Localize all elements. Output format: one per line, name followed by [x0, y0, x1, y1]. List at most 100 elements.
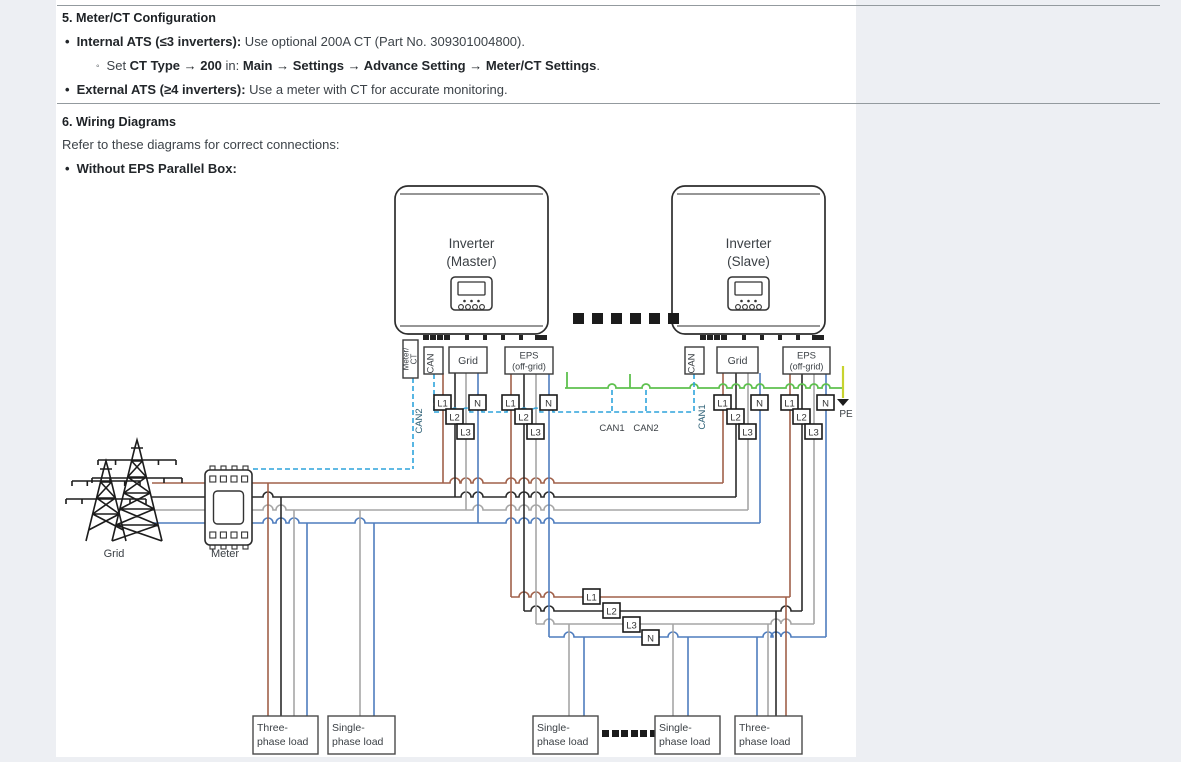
dot: [573, 313, 584, 324]
port-label: EPS: [519, 351, 538, 362]
bullet-without-eps: •Without EPS Parallel Box:: [65, 162, 237, 176]
load-label: Three-: [257, 722, 288, 734]
inverter-name: Inverter: [449, 236, 495, 251]
wire-label-text: L2: [730, 413, 741, 424]
dot: [611, 313, 622, 324]
port-label: CAN: [687, 353, 698, 373]
power-bus: [252, 518, 760, 523]
display-button: [757, 305, 762, 310]
connector-mark: [519, 335, 523, 340]
grid-label: Grid: [104, 548, 125, 560]
wire-label: L2: [446, 409, 463, 424]
port-label: EPS: [797, 351, 816, 362]
wire-label: L1: [583, 589, 600, 604]
continuation-dots: [602, 730, 657, 737]
wire-label-text: N: [545, 399, 552, 410]
power-bus: [536, 619, 814, 624]
meter-box: [205, 466, 252, 549]
meter-body: [205, 470, 252, 545]
document-page: { "page": { "bg": "#edeff3", "card_bg": …: [0, 0, 1181, 757]
display-dot: [740, 300, 743, 303]
display-dot: [747, 300, 750, 303]
power-bus: [252, 492, 736, 497]
section-5-heading: 5. Meter/CT Configuration: [62, 11, 216, 25]
connector-mark: [812, 335, 824, 340]
bullet-marker: •: [65, 162, 70, 176]
wire-label: L3: [739, 424, 756, 439]
wire-label-text: L2: [796, 413, 807, 424]
display-button: [736, 305, 741, 310]
wire-label: L2: [603, 603, 620, 618]
wire-label: N: [540, 395, 557, 410]
port-box: Grid: [717, 347, 758, 373]
wire-label-text: L1: [586, 593, 597, 604]
connector-mark: [796, 335, 800, 340]
wire-label: L2: [727, 409, 744, 424]
wire-label: L3: [457, 424, 474, 439]
dot: [631, 730, 638, 737]
pe-label: PE: [839, 409, 853, 420]
sub-bullet-marker: ◦: [96, 60, 100, 74]
connector-mark: [444, 335, 450, 340]
wire-label: N: [469, 395, 486, 410]
dot: [640, 730, 647, 737]
wire-label-text: L1: [784, 399, 795, 410]
power-bus: [252, 478, 723, 483]
continuation-dots: [573, 313, 679, 324]
earth-ground-icon: [837, 399, 849, 406]
load-box: Single-phase load: [533, 716, 598, 754]
load-label: phase load: [739, 736, 791, 748]
connector-mark: [700, 335, 706, 340]
sub-bullet-mid: in:: [222, 58, 243, 73]
grid-towers-icon: [66, 440, 182, 541]
wire-label-text: L1: [505, 399, 516, 410]
connector-mark: [742, 335, 746, 340]
wire-label-text: L3: [742, 428, 753, 439]
sub-bullet-end: .: [596, 58, 600, 73]
wire-label: N: [642, 630, 659, 645]
wire-label-text: N: [647, 634, 654, 645]
wiring-diagram-image: PECAN1CAN2CAN2CAN1GridMeterMeter/CTCANGr…: [62, 177, 856, 757]
can-port-label: CAN2: [414, 408, 425, 433]
section-6-heading: 6. Wiring Diagrams: [62, 115, 176, 129]
dot: [602, 730, 609, 737]
wire-label: L1: [714, 395, 731, 410]
wire-label: L3: [623, 617, 640, 632]
wire-label-text: N: [822, 399, 829, 410]
wire-label: N: [817, 395, 834, 410]
can-port-label: CAN2: [633, 423, 658, 434]
power-bus: [524, 606, 802, 611]
connector-mark: [778, 335, 782, 340]
display-button: [466, 305, 471, 310]
sub-bullet-ct-type-bold: CT Type → 200: [130, 58, 222, 73]
power-bus: [549, 632, 826, 637]
bullet-internal-ats: •Internal ATS (≤3 inverters): Use option…: [65, 35, 525, 49]
wire-label: L1: [434, 395, 451, 410]
wire-label-text: L1: [717, 399, 728, 410]
wire-label-text: N: [474, 399, 481, 410]
wire-label-text: L1: [437, 399, 448, 410]
connector-mark: [437, 335, 443, 340]
can-port-label: CAN1: [599, 423, 624, 434]
connector-mark: [714, 335, 720, 340]
connector-mark: [721, 335, 727, 340]
inverter-role: (Master): [446, 254, 496, 269]
display-dot: [754, 300, 757, 303]
dot: [592, 313, 603, 324]
wire-label-text: L2: [518, 413, 529, 424]
inverter-screen: [735, 282, 762, 295]
bullet-external-ats: •External ATS (≥4 inverters): Use a mete…: [65, 83, 508, 97]
port-box: Meter/CT: [402, 340, 419, 378]
sub-bullet-ct-type: ◦Set CT Type → 200 in: Main → Settings →…: [96, 59, 600, 74]
load-label: Single-: [659, 722, 692, 734]
load-box: Three-phase load: [735, 716, 802, 754]
wire-label-text: N: [756, 399, 763, 410]
bullet-external-ats-text: Use a meter with CT for accurate monitor…: [246, 82, 508, 97]
wire-label-text: L3: [626, 621, 637, 632]
load-label: phase load: [537, 736, 589, 748]
port-box: CAN: [685, 347, 704, 374]
display-dot: [470, 300, 473, 303]
divider-middle: [57, 103, 1160, 104]
wire-label: L3: [805, 424, 822, 439]
wire-label-text: L3: [808, 428, 819, 439]
